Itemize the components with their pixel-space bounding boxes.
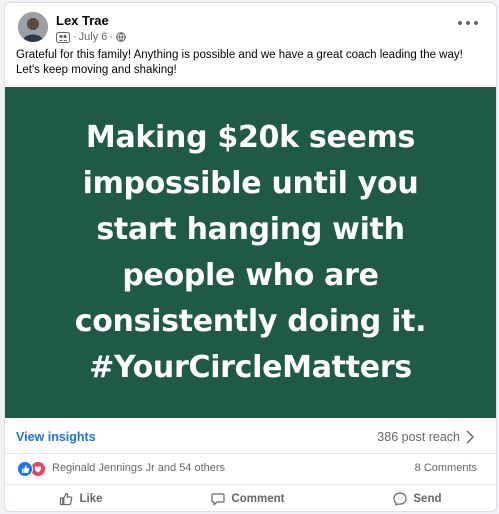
post-meta: · July 6 · xyxy=(56,30,126,44)
post-card: Lex Trae · July 6 · Grateful for this fa… xyxy=(4,2,497,512)
reactions-row: Reginald Jennings Jr and 54 others 8 Com… xyxy=(5,454,496,485)
chevron-right-icon[interactable] xyxy=(466,430,474,444)
send-button[interactable]: Send xyxy=(371,487,463,511)
post-caption: Grateful for this family! Anything is po… xyxy=(16,49,463,76)
like-reaction-icon xyxy=(17,461,33,477)
dot-icon xyxy=(474,21,478,25)
comment-icon xyxy=(211,493,226,506)
dot-icon xyxy=(466,21,470,25)
post-reach[interactable]: 386 post reach xyxy=(377,430,460,444)
insights-row: View insights 386 post reach xyxy=(5,419,496,454)
comments-count[interactable]: 8 Comments xyxy=(415,462,477,474)
globe-icon xyxy=(116,32,126,42)
comment-button[interactable]: Comment xyxy=(189,487,306,511)
author-name[interactable]: Lex Trae xyxy=(56,13,109,28)
meta-separator: · xyxy=(109,31,114,43)
post-date[interactable]: July 6 xyxy=(79,31,108,43)
reacted-by-text[interactable]: Reginald Jennings Jr and 54 others xyxy=(52,462,225,474)
post-image[interactable]: Making $20k seems impossible until you s… xyxy=(5,87,496,418)
post-actions: Like Comment Send xyxy=(5,485,496,511)
author-avatar[interactable] xyxy=(18,12,48,42)
friends-badge-icon xyxy=(56,31,70,43)
messenger-icon xyxy=(393,492,407,506)
like-label: Like xyxy=(79,493,103,505)
meta-separator: · xyxy=(73,31,77,43)
more-options-button[interactable] xyxy=(458,16,478,30)
dot-icon xyxy=(458,21,462,25)
view-insights-link[interactable]: View insights xyxy=(16,430,96,444)
post-header: Lex Trae · July 6 · xyxy=(5,3,496,47)
thumbs-up-icon xyxy=(60,492,73,506)
image-quote-text: Making $20k seems impossible until you s… xyxy=(74,119,427,385)
reaction-icons[interactable] xyxy=(17,461,46,477)
like-button[interactable]: Like xyxy=(37,487,124,511)
send-label: Send xyxy=(413,493,442,505)
comment-label: Comment xyxy=(231,493,285,505)
